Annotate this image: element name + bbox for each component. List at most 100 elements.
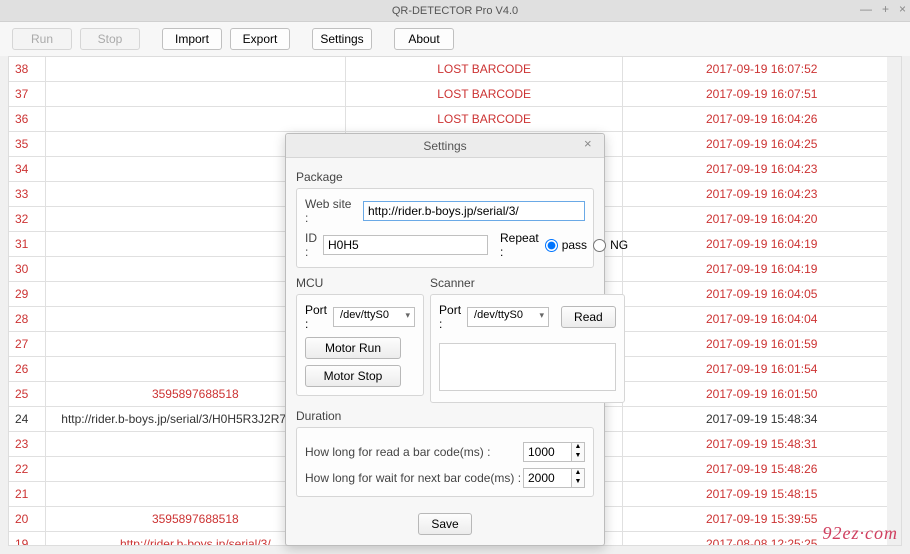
row-index: 20 — [9, 507, 45, 532]
import-button[interactable]: Import — [162, 28, 222, 50]
row-time: 2017-09-19 15:48:26 — [623, 457, 901, 482]
row-index: 29 — [9, 282, 45, 307]
row-time: 2017-09-19 16:04:23 — [623, 157, 901, 182]
repeat-pass-radio[interactable]: pass — [545, 238, 587, 252]
motor-stop-button[interactable]: Motor Stop — [305, 365, 401, 387]
row-index: 23 — [9, 432, 45, 457]
row-status: LOST BARCODE — [345, 57, 623, 82]
read-ms-label: How long for read a bar code(ms) : — [305, 445, 523, 459]
row-index: 27 — [9, 332, 45, 357]
settings-dialog: Settings × Package Web site : ID : Repea… — [285, 133, 605, 546]
row-status: LOST BARCODE — [345, 107, 623, 132]
row-index: 28 — [9, 307, 45, 332]
row-time: 2017-09-19 16:04:19 — [623, 232, 901, 257]
dialog-close-icon[interactable]: × — [584, 138, 598, 152]
repeat-ng-radio[interactable]: NG — [593, 238, 628, 252]
row-index: 26 — [9, 357, 45, 382]
table-row[interactable]: 36 LOST BARCODE2017-09-19 16:04:26 — [9, 107, 901, 132]
scanner-port-select[interactable]: /dev/ttyS0 — [467, 307, 549, 327]
repeat-label: Repeat : — [500, 231, 539, 259]
row-index: 35 — [9, 132, 45, 157]
repeat-ng-label: NG — [610, 238, 628, 252]
duration-group: How long for read a bar code(ms) : ▲▼ Ho… — [296, 427, 594, 497]
row-time: 2017-09-19 15:48:31 — [623, 432, 901, 457]
wait-ms-input[interactable] — [523, 468, 571, 488]
row-time: 2017-09-19 16:04:26 — [623, 107, 901, 132]
row-time: 2017-09-19 15:39:55 — [623, 507, 901, 532]
scanner-group: Port : /dev/ttyS0 Read — [430, 294, 625, 403]
run-button[interactable]: Run — [12, 28, 72, 50]
row-index: 33 — [9, 182, 45, 207]
scanner-output[interactable] — [439, 343, 616, 391]
row-index: 30 — [9, 257, 45, 282]
row-time: 2017-09-19 16:01:50 — [623, 382, 901, 407]
row-payload — [45, 57, 345, 82]
row-time: 2017-09-19 16:04:05 — [623, 282, 901, 307]
website-label: Web site : — [305, 197, 357, 225]
dialog-titlebar[interactable]: Settings × — [286, 134, 604, 158]
mcu-legend: MCU — [296, 276, 424, 290]
motor-run-button[interactable]: Motor Run — [305, 337, 401, 359]
table-row[interactable]: 38 LOST BARCODE2017-09-19 16:07:52 — [9, 57, 901, 82]
scanner-read-button[interactable]: Read — [561, 306, 616, 328]
package-group: Web site : ID : Repeat : pass NG — [296, 188, 594, 268]
row-time: 2017-09-19 16:01:54 — [623, 357, 901, 382]
window-maximize-icon[interactable]: + — [882, 2, 889, 16]
package-legend: Package — [296, 170, 594, 184]
row-time: 2017-08-08 12:25:25 — [623, 532, 901, 547]
table-row[interactable]: 37 LOST BARCODE2017-09-19 16:07:51 — [9, 82, 901, 107]
row-time: 2017-09-19 15:48:15 — [623, 482, 901, 507]
row-payload — [45, 82, 345, 107]
id-label: ID : — [305, 231, 317, 259]
read-ms-input[interactable] — [523, 442, 571, 462]
mcu-port-label: Port : — [305, 303, 327, 331]
row-time: 2017-09-19 16:07:52 — [623, 57, 901, 82]
row-index: 24 — [9, 407, 45, 432]
row-index: 34 — [9, 157, 45, 182]
dialog-title: Settings — [423, 139, 466, 153]
row-time: 2017-09-19 16:04:04 — [623, 307, 901, 332]
row-status: LOST BARCODE — [345, 82, 623, 107]
read-ms-up[interactable]: ▲ — [572, 443, 584, 452]
website-input[interactable] — [363, 201, 585, 221]
row-index: 19 — [9, 532, 45, 547]
window-title: QR-DETECTOR Pro V4.0 — [0, 5, 910, 17]
wait-ms-label: How long for wait for next bar code(ms) … — [305, 471, 523, 485]
row-time: 2017-09-19 16:07:51 — [623, 82, 901, 107]
row-time: 2017-09-19 16:04:20 — [623, 207, 901, 232]
row-index: 31 — [9, 232, 45, 257]
row-time: 2017-09-19 16:04:23 — [623, 182, 901, 207]
scanner-legend: Scanner — [430, 276, 625, 290]
stop-button[interactable]: Stop — [80, 28, 140, 50]
export-button[interactable]: Export — [230, 28, 290, 50]
table-scrollbar[interactable] — [887, 57, 901, 545]
row-index: 32 — [9, 207, 45, 232]
about-button[interactable]: About — [394, 28, 454, 50]
row-index: 21 — [9, 482, 45, 507]
row-index: 36 — [9, 107, 45, 132]
row-index: 37 — [9, 82, 45, 107]
settings-button[interactable]: Settings — [312, 28, 372, 50]
row-index: 38 — [9, 57, 45, 82]
main-toolbar: Run Stop Import Export Settings About — [0, 22, 910, 56]
row-time: 2017-09-19 16:04:19 — [623, 257, 901, 282]
row-time: 2017-09-19 16:04:25 — [623, 132, 901, 157]
row-payload — [45, 107, 345, 132]
save-button[interactable]: Save — [418, 513, 471, 535]
row-time: 2017-09-19 15:48:34 — [623, 407, 901, 432]
duration-legend: Duration — [296, 409, 594, 423]
row-index: 22 — [9, 457, 45, 482]
row-index: 25 — [9, 382, 45, 407]
row-time: 2017-09-19 16:01:59 — [623, 332, 901, 357]
wait-ms-down[interactable]: ▼ — [572, 478, 584, 487]
repeat-pass-label: pass — [562, 238, 587, 252]
scanner-port-label: Port : — [439, 303, 461, 331]
window-close-icon[interactable]: × — [899, 2, 906, 16]
window-titlebar: QR-DETECTOR Pro V4.0 — + × — [0, 0, 910, 22]
mcu-port-select[interactable]: /dev/ttyS0 — [333, 307, 415, 327]
mcu-group: Port : /dev/ttyS0 Motor Run Motor Stop — [296, 294, 424, 396]
read-ms-down[interactable]: ▼ — [572, 452, 584, 461]
id-input[interactable] — [323, 235, 488, 255]
window-minimize-icon[interactable]: — — [860, 2, 872, 16]
wait-ms-up[interactable]: ▲ — [572, 469, 584, 478]
